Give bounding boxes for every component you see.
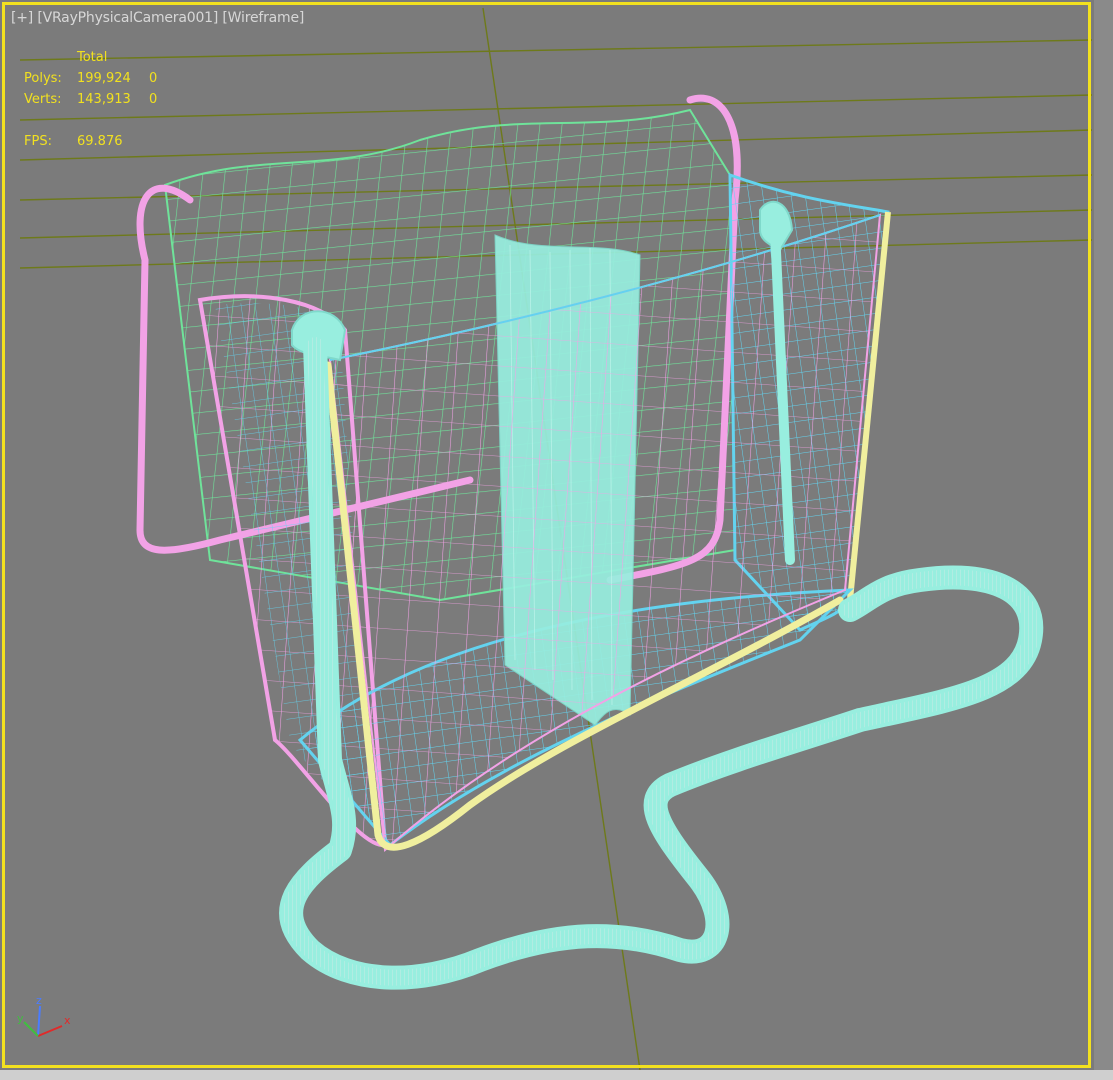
axis-z-label: z	[36, 994, 42, 1007]
stats-fps-value: 69.876	[77, 134, 123, 149]
stats-verts-label: Verts:	[24, 92, 62, 107]
axis-gizmo: z x y	[17, 994, 71, 1037]
stats-polys-selected: 0	[149, 71, 158, 86]
viewport-general-menu[interactable]: [+]	[11, 10, 33, 26]
stats-verts-total: 143,913	[77, 92, 131, 107]
viewport-camera-menu[interactable]: [VRayPhysicalCamera001]	[37, 10, 218, 26]
perspective-viewport[interactable]: z x y [+] [VRayPhysicalCamera001] [Wiref…	[0, 0, 1113, 1080]
axis-y-label: y	[17, 1012, 24, 1025]
stats-polys-label: Polys:	[24, 71, 62, 86]
stats-total-header: Total	[77, 50, 108, 65]
axis-x-label: x	[64, 1014, 71, 1027]
stats-fps-label: FPS:	[24, 134, 52, 149]
viewport-label-menu: [+] [VRayPhysicalCamera001] [Wireframe]	[11, 10, 304, 26]
viewport-shading-menu[interactable]: [Wireframe]	[222, 10, 304, 26]
stats-verts-selected: 0	[149, 92, 158, 107]
stats-polys-total: 199,924	[77, 71, 131, 86]
wireframe-scene[interactable]: z x y	[0, 0, 1113, 1080]
adjacent-panel-edge	[1094, 0, 1113, 1080]
bottom-panel-edge	[0, 1070, 1113, 1080]
